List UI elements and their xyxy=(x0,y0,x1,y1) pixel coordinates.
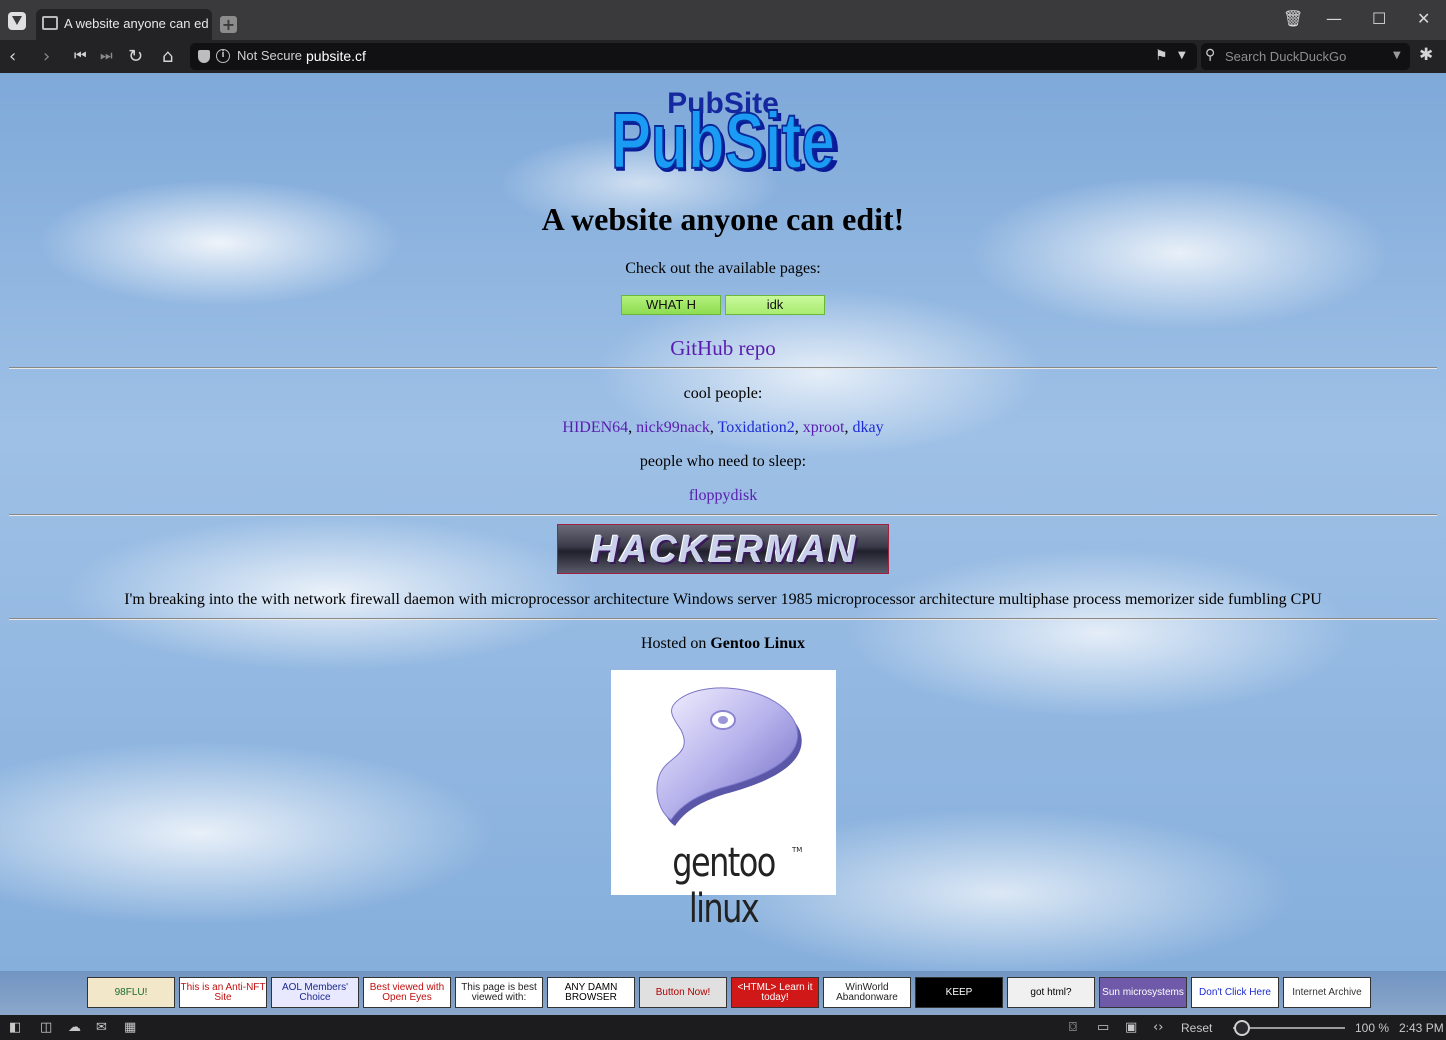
pages-intro: Check out the available pages: xyxy=(625,260,821,277)
badge-88x31[interactable]: Button Now! xyxy=(639,977,727,1008)
home-icon[interactable]: ⌂ xyxy=(162,46,173,67)
chevron-down-icon[interactable]: ▼ xyxy=(1178,50,1186,61)
new-tab-button[interactable]: + xyxy=(220,16,237,33)
person-link-floppydisk[interactable]: floppydisk xyxy=(689,487,757,504)
gentoo-g-icon xyxy=(656,687,802,826)
calendar-icon[interactable]: ▦ xyxy=(124,1020,136,1035)
extensions-icon[interactable]: ✱ xyxy=(1419,45,1433,65)
bookmark-icon[interactable]: ⚑ xyxy=(1155,48,1168,64)
badge-88x31[interactable]: <HTML> Learn it today! xyxy=(731,977,819,1008)
browser-tab[interactable]: A website anyone can edit! xyxy=(36,9,212,40)
person-link-xproot[interactable]: xproot xyxy=(803,419,845,436)
cool-people-label: cool people: xyxy=(683,385,763,402)
info-icon[interactable]: i xyxy=(216,49,230,63)
badge-88x31[interactable]: AOL Members' Choice xyxy=(271,977,359,1008)
tab-title: A website anyone can edit! xyxy=(64,16,208,31)
status-bar: ◧ ◫ ☁ ✉ ▦ ⌼ ▭ ▣ ‹› Reset 100 % 2:43 PM xyxy=(0,1015,1446,1040)
back-icon[interactable]: ‹ xyxy=(9,46,16,67)
minimize-icon[interactable]: — xyxy=(1326,9,1342,28)
image-icon[interactable]: ▣ xyxy=(1125,1020,1137,1035)
cloud-sync-icon[interactable]: ☁ xyxy=(68,1020,81,1035)
cool-people-list: HIDEN64, nick99nack, Toxidation2, xproot… xyxy=(562,419,884,436)
badge-88x31[interactable]: This page is best viewed with: xyxy=(455,977,543,1008)
search-engine-chevron-icon[interactable]: ▼ xyxy=(1393,50,1401,61)
search-icon: ⚲ xyxy=(1205,47,1216,63)
zoom-reset-button[interactable]: Reset xyxy=(1181,1021,1212,1035)
search-field[interactable]: ⚲ ▼ xyxy=(1201,43,1410,70)
search-input[interactable] xyxy=(1225,47,1385,66)
badge-88x31[interactable]: got html? xyxy=(1007,977,1095,1008)
computer-favicon-icon xyxy=(42,16,58,30)
badge-88x31[interactable]: WinWorld Abandonware xyxy=(823,977,911,1008)
page-viewport: PubSite PubSite PubSite A website anyone… xyxy=(0,73,1446,971)
clock: 2:43 PM xyxy=(1399,1021,1444,1035)
pubsite-logo: PubSite PubSite PubSite xyxy=(610,87,840,183)
page-button-idk[interactable]: idk xyxy=(725,295,825,315)
forward-icon[interactable]: › xyxy=(43,46,50,67)
code-icon[interactable]: ‹› xyxy=(1153,1020,1163,1035)
badge-strip: 98FLU! This is an Anti-NFT Site AOL Member… xyxy=(0,971,1446,1015)
browser-titlebar: A website anyone can edit! + 🗑 — ☐ ✕ xyxy=(0,0,1446,40)
badge-88x31[interactable]: KEEP xyxy=(915,977,1003,1008)
gentoo-tm: TM xyxy=(792,846,803,854)
divider xyxy=(9,514,1437,516)
person-link-dkay[interactable]: dkay xyxy=(853,419,884,436)
page-button-what-h[interactable]: WHAT H xyxy=(621,295,721,315)
window-icon[interactable]: ▭ xyxy=(1097,1020,1109,1035)
page-button-group: WHAT H idk xyxy=(621,295,826,315)
camera-icon[interactable]: ⌼ xyxy=(1069,1020,1077,1035)
sleep-people-list: floppydisk xyxy=(0,487,1446,505)
hacker-text: I'm breaking into the with network firew… xyxy=(124,591,1322,608)
mail-icon[interactable]: ✉ xyxy=(96,1020,107,1035)
browser-toolbar: ‹ › ⏮ ⏭ ↻ ⌂ i Not Secure pubsite.cf ⚑ ▼ … xyxy=(0,40,1446,73)
fast-forward-icon[interactable]: ⏭ xyxy=(100,48,113,64)
gentoo-logo: gentoo linux TM xyxy=(611,670,836,932)
url-text[interactable]: pubsite.cf xyxy=(306,48,366,64)
zoom-level: 100 % xyxy=(1355,1021,1390,1035)
gentoo-logo-text: gentoo linux xyxy=(672,840,776,932)
person-link-nick99nack[interactable]: nick99nack xyxy=(636,419,710,436)
vivaldi-menu-icon[interactable] xyxy=(8,12,26,30)
hackerman-text: HACKERMAN xyxy=(590,529,858,571)
sleep-label: people who need to sleep: xyxy=(639,453,807,470)
badge-88x31[interactable]: Sun microsystems xyxy=(1099,977,1187,1008)
hosted-line: Hosted on Gentoo Linux xyxy=(0,635,1446,653)
hosted-prefix: Hosted on xyxy=(640,635,711,652)
hackerman-banner: HACKERMAN xyxy=(557,524,889,574)
reload-icon[interactable]: ↻ xyxy=(128,46,143,67)
address-field[interactable]: i Not Secure pubsite.cf ⚑ ▼ xyxy=(190,43,1197,70)
divider xyxy=(9,618,1437,620)
badge-88x31[interactable]: This is an Anti-NFT Site xyxy=(179,977,267,1008)
badge-88x31[interactable]: ANY DAMN BROWSER xyxy=(547,977,635,1008)
badge-88x31[interactable]: Internet Archive xyxy=(1283,977,1371,1008)
person-link-hiden64[interactable]: HIDEN64 xyxy=(562,419,628,436)
zoom-slider-handle[interactable] xyxy=(1234,1020,1250,1036)
badge-88x31[interactable]: Don't Click Here xyxy=(1191,977,1279,1008)
hosted-os: Gentoo Linux xyxy=(710,635,805,652)
badge-88x31[interactable]: Best viewed with Open Eyes xyxy=(363,977,451,1008)
trash-icon[interactable]: 🗑 xyxy=(1283,9,1303,28)
maximize-icon[interactable]: ☐ xyxy=(1372,9,1386,28)
github-repo-link[interactable]: GitHub repo xyxy=(670,336,776,360)
github-link-line: GitHub repo xyxy=(0,336,1446,361)
rewind-icon[interactable]: ⏮ xyxy=(74,48,87,64)
security-label: Not Secure xyxy=(237,48,303,63)
person-link-toxidation2[interactable]: Toxidation2 xyxy=(718,419,795,436)
panel-toggle-icon[interactable]: ◧ xyxy=(9,1020,21,1035)
logo-text: PubSite xyxy=(611,96,835,183)
page-title: A website anyone can edit! xyxy=(541,201,905,237)
tab-tiling-icon[interactable]: ◫ xyxy=(40,1020,52,1035)
badge-88x31[interactable]: 98FLU! xyxy=(87,977,175,1008)
divider xyxy=(9,367,1437,369)
close-icon[interactable]: ✕ xyxy=(1417,9,1430,28)
shield-icon[interactable] xyxy=(198,50,210,63)
